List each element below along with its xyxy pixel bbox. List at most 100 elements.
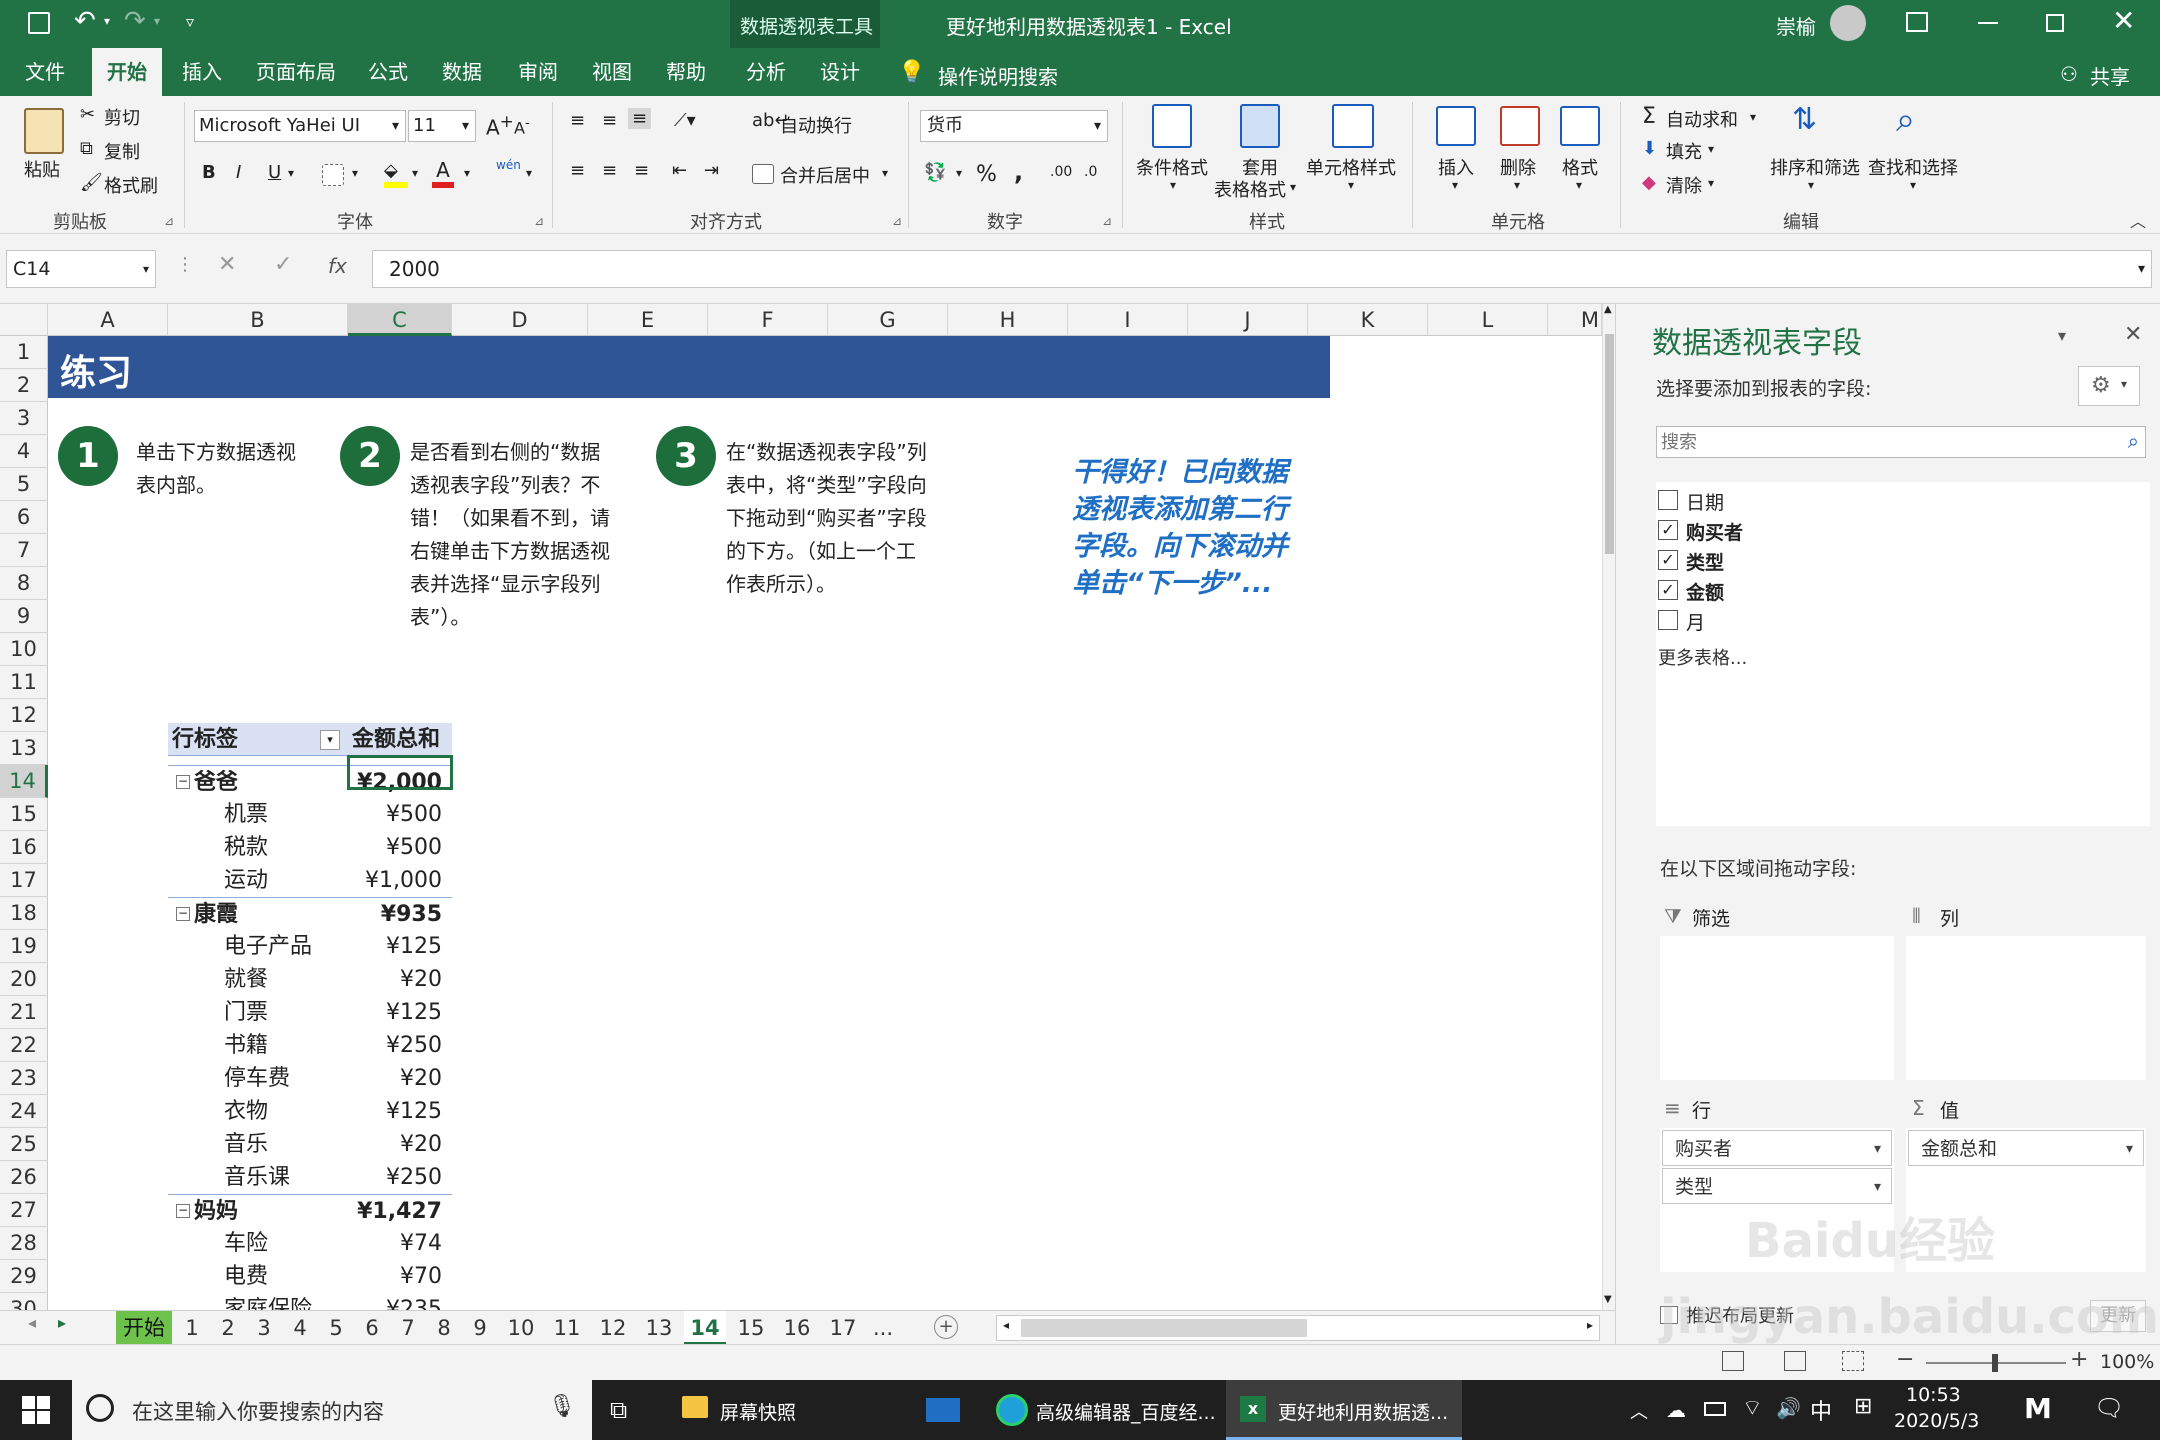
sheet-tab[interactable]: 15	[730, 1311, 772, 1345]
format-cells-icon[interactable]	[1560, 106, 1600, 146]
fill-dropdown-icon[interactable]: ▾	[1708, 142, 1714, 156]
collapse-toggle-icon[interactable]: −	[176, 907, 190, 921]
redo-icon[interactable]: ↷	[124, 6, 146, 36]
sheet-tab-start[interactable]: 开始	[116, 1311, 172, 1345]
edge-icon[interactable]	[996, 1394, 1028, 1426]
sheet-tab[interactable]: 11	[546, 1311, 588, 1345]
name-box[interactable]: C14 ▾	[6, 250, 156, 288]
row-header[interactable]: 20	[0, 963, 48, 996]
find-dropdown-icon[interactable]: ▾	[1910, 178, 1916, 192]
chevron-down-icon[interactable]: ▾	[392, 111, 399, 141]
sheet-tab[interactable]: 16	[776, 1311, 818, 1345]
tab-home[interactable]: 开始	[92, 48, 162, 96]
collapse-ribbon-icon[interactable]: ︿	[2130, 208, 2146, 232]
row-header[interactable]: 16	[0, 831, 48, 864]
windows-start-icon[interactable]	[22, 1396, 50, 1424]
col-header-J[interactable]: J	[1188, 304, 1308, 336]
worksheet[interactable]: A B C D E F G H I J K L M 1 2 3 4 5 6 7 8 9 10 11 1…	[0, 304, 1615, 1310]
row-header[interactable]: 28	[0, 1227, 48, 1260]
clear-button[interactable]: 清除	[1666, 172, 1702, 198]
italic-button[interactable]: I	[236, 162, 241, 183]
pane-settings-button[interactable]: ⚙ ▾	[2078, 366, 2140, 406]
cloud-icon[interactable]: ☁	[1666, 1398, 1686, 1422]
pivot-item-row[interactable]: 电子产品 ¥125	[168, 930, 452, 963]
font-name-select[interactable]: Microsoft YaHei UI ▾	[194, 110, 406, 142]
col-header-A[interactable]: A	[48, 304, 168, 336]
volume-icon[interactable]: 🔊	[1776, 1396, 1801, 1420]
tray-expand-icon[interactable]: ︿	[1630, 1398, 1648, 1424]
sort-filter-button[interactable]: 排序和筛选	[1770, 154, 1860, 180]
row-field-item[interactable]: 类型 ▾	[1662, 1168, 1892, 1204]
delete-cells-icon[interactable]	[1500, 106, 1540, 146]
sheet-tab[interactable]: 14	[684, 1311, 726, 1345]
confirm-entry-icon[interactable]: ✓	[274, 252, 292, 277]
col-header-B[interactable]: B	[168, 304, 348, 336]
fill-color-icon[interactable]: ⬙	[384, 160, 408, 188]
tab-help[interactable]: 帮助	[656, 48, 716, 96]
merge-dropdown-icon[interactable]: ▾	[882, 166, 888, 180]
row-header[interactable]: 4	[0, 435, 48, 468]
pivot-group-row[interactable]: − 妈妈 ¥1,427	[168, 1194, 452, 1227]
undo-icon[interactable]: ↶	[74, 6, 96, 36]
col-header-I[interactable]: I	[1068, 304, 1188, 336]
sheet-tab[interactable]: 2	[212, 1311, 244, 1345]
autosum-icon[interactable]: Σ	[1642, 104, 1656, 129]
row-header[interactable]: 1	[0, 336, 48, 369]
sheet-tab[interactable]: 1	[176, 1311, 208, 1345]
pivot-item-row[interactable]: 音乐 ¥20	[168, 1128, 452, 1161]
horizontal-scrollbar[interactable]: ◂ ▸	[996, 1315, 1600, 1341]
pivot-item-row[interactable]: 音乐课 ¥250	[168, 1161, 452, 1194]
microphone-icon[interactable]: 🎙	[548, 1394, 576, 1419]
field-name[interactable]: 类型	[1686, 548, 1724, 575]
sort-dropdown-icon[interactable]: ▾	[1808, 178, 1814, 192]
row-header[interactable]: 13	[0, 732, 48, 765]
sheet-tab[interactable]: 4	[284, 1311, 316, 1345]
row-header[interactable]: 26	[0, 1161, 48, 1194]
sheet-tab[interactable]: 7	[392, 1311, 424, 1345]
sheet-tab[interactable]: 17	[822, 1311, 864, 1345]
merge-center-button[interactable]: 合并后居中	[780, 162, 870, 188]
tab-file[interactable]: 文件	[14, 48, 76, 96]
tab-data[interactable]: 数据	[434, 48, 490, 96]
row-field-item[interactable]: 购买者 ▾	[1662, 1130, 1892, 1166]
scroll-down-icon[interactable]: ▼	[1604, 1294, 1612, 1305]
row-header[interactable]: 5	[0, 468, 48, 501]
user-name[interactable]: 崇榆	[1776, 11, 1816, 40]
row-header[interactable]: 7	[0, 534, 48, 567]
folder-icon[interactable]	[682, 1396, 708, 1418]
insert-function-icon[interactable]: fx	[328, 254, 347, 278]
hscroll-thumb[interactable]	[1021, 1319, 1307, 1337]
col-header-E[interactable]: E	[588, 304, 708, 336]
formula-input[interactable]: 2000 ▾	[372, 250, 2152, 288]
task-view-icon[interactable]: ⧉	[610, 1396, 627, 1424]
tab-review[interactable]: 审阅	[508, 48, 568, 96]
redo-dropdown-icon[interactable]: ▾	[154, 14, 160, 28]
collapse-toggle-icon[interactable]: −	[176, 1204, 190, 1218]
increase-indent-icon[interactable]: ⇥	[704, 160, 719, 181]
col-header-F[interactable]: F	[708, 304, 828, 336]
columns-drop-zone[interactable]	[1906, 936, 2146, 1080]
format-dropdown-icon[interactable]: ▾	[1576, 178, 1582, 192]
tell-me-search[interactable]: 操作说明搜索	[938, 61, 1058, 90]
paste-icon[interactable]	[24, 108, 64, 154]
row-header[interactable]: 11	[0, 666, 48, 699]
chevron-down-icon[interactable]: ▾	[143, 251, 149, 287]
chevron-down-icon[interactable]: ▾	[1874, 1169, 1881, 1205]
font-launcher-icon[interactable]: ⊿	[534, 214, 544, 228]
vertical-scrollbar[interactable]: ▲ ▼	[1602, 304, 1615, 1310]
sheet-tab[interactable]: 6	[356, 1311, 388, 1345]
select-all-corner[interactable]	[0, 304, 48, 336]
row-header[interactable]: 17	[0, 864, 48, 897]
taskbar-app-editor[interactable]: 高级编辑器_百度经...	[1036, 1398, 1216, 1425]
borders-dropdown-icon[interactable]: ▾	[352, 166, 358, 180]
tab-analyze[interactable]: 分析	[736, 48, 796, 96]
sheet-tab[interactable]: 13	[638, 1311, 680, 1345]
insert-dropdown-icon[interactable]: ▾	[1452, 178, 1458, 192]
clock-time[interactable]: 10:53	[1906, 1384, 1961, 1406]
clipboard-launcher-icon[interactable]: ⊿	[164, 214, 174, 228]
taskbar-search[interactable]: 在这里输入你要搜索的内容 🎙	[72, 1380, 592, 1440]
format-painter-button[interactable]: 格式刷	[104, 172, 158, 198]
row-header[interactable]: 21	[0, 996, 48, 1029]
normal-view-icon[interactable]	[1722, 1351, 1744, 1371]
col-header-H[interactable]: H	[948, 304, 1068, 336]
